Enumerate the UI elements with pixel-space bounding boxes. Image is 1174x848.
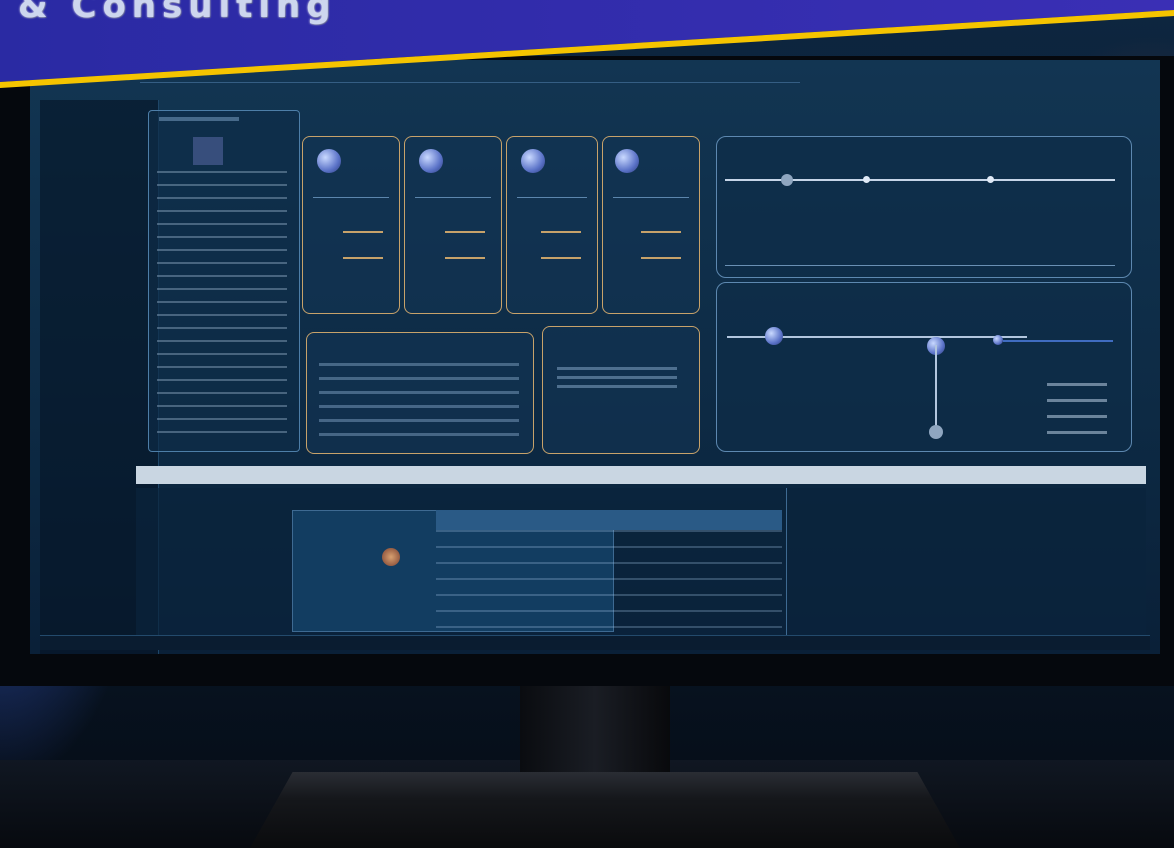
- screen-status-bar: [40, 635, 1150, 650]
- screen-timeline-chart: [716, 136, 1132, 278]
- screen-card-3: [506, 136, 598, 314]
- screen-network-chart: [716, 282, 1132, 452]
- screen-info-card: [542, 326, 700, 454]
- screen-section-header: [136, 466, 1146, 484]
- screen-card-4: [602, 136, 700, 314]
- screen-workspace: [136, 488, 1146, 638]
- monitor-base: [250, 772, 960, 848]
- chart-header: [716, 120, 1136, 130]
- monitor-neck: [520, 686, 670, 784]
- screen-data-table: [306, 332, 534, 454]
- brand-text: & Consulting: [18, 0, 337, 26]
- screen-tree-panel: [148, 110, 300, 452]
- monitor-screen: [30, 60, 1160, 654]
- screen-card-2: [404, 136, 502, 314]
- screen-card-1: [302, 136, 400, 314]
